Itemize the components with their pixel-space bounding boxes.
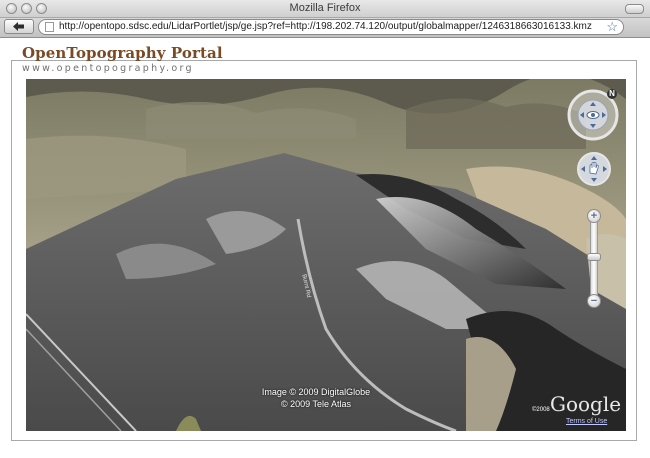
page-icon <box>45 22 54 32</box>
window-titlebar: Mozilla Firefox <box>0 0 650 18</box>
zoom-slider-handle[interactable] <box>587 253 601 261</box>
star-icon[interactable]: ☆ <box>606 19 618 35</box>
navigation-toolbar: http://opentopo.sdsc.edu/LidarPortlet/js… <box>0 18 650 38</box>
terms-of-use-link[interactable]: Terms of Use <box>566 418 607 425</box>
north-button[interactable]: N <box>607 89 617 99</box>
map-attribution: © 2009 Tele Atlas <box>280 399 351 409</box>
back-arrow-icon <box>13 22 24 31</box>
move-control[interactable] <box>576 151 612 187</box>
site-title[interactable]: OpenTopography Portal <box>22 44 223 62</box>
site-url: www.opentopography.org <box>22 63 194 74</box>
copyright-small: ©2008 <box>532 407 550 413</box>
toolbar-toggle-button[interactable] <box>625 4 644 14</box>
google-earth-view[interactable]: Burnt Rd Image © 2009 DigitalGlobe © 200… <box>26 79 626 431</box>
url-bar[interactable]: http://opentopo.sdsc.edu/LidarPortlet/js… <box>38 19 624 35</box>
url-text: http://opentopo.sdsc.edu/LidarPortlet/js… <box>59 21 592 32</box>
back-button[interactable] <box>4 19 34 34</box>
imagery-attribution: Image © 2009 DigitalGlobe <box>261 387 371 397</box>
zoom-out-button[interactable]: − <box>587 294 601 308</box>
zoom-in-button[interactable]: + <box>587 209 601 223</box>
window-title: Mozilla Firefox <box>289 2 361 14</box>
google-logo: Google <box>550 392 622 416</box>
terrain-image <box>26 79 626 431</box>
